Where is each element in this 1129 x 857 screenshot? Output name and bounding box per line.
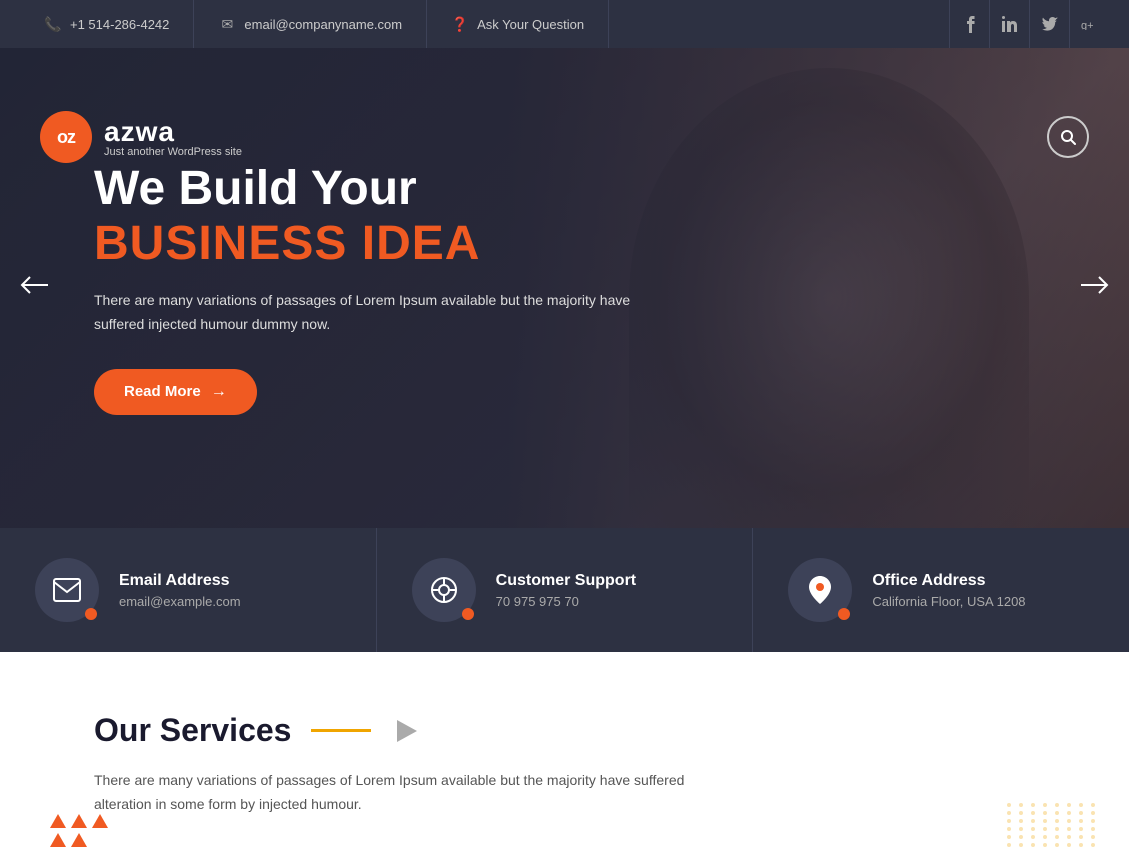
support-card-text: Customer Support 70 975 975 70 — [496, 572, 636, 609]
email-contact[interactable]: ✉ email@companyname.com — [194, 0, 427, 48]
support-card-icon-wrap — [412, 558, 476, 622]
logo-tagline: Just another WordPress site — [104, 146, 242, 158]
logo-name: azwa — [104, 116, 242, 148]
facebook-icon[interactable] — [949, 0, 989, 48]
hero-description: There are many variations of passages of… — [94, 289, 644, 337]
phone-icon: 📞 — [44, 15, 62, 33]
address-card-text: Office Address California Floor, USA 120… — [872, 572, 1025, 609]
phone-number: +1 514-286-4242 — [70, 17, 169, 32]
triangle-decoration — [50, 814, 108, 847]
support-card-sub: 70 975 975 70 — [496, 594, 636, 609]
hero-content: We Build Your BUSINESS IDEA There are ma… — [94, 161, 644, 415]
services-section: Our Services There are many variations o… — [0, 652, 1129, 857]
email-card: Email Address email@example.com — [0, 528, 377, 652]
address-card-dot — [838, 608, 850, 620]
address-card-icon-wrap — [788, 558, 852, 622]
services-description: There are many variations of passages of… — [94, 769, 694, 817]
arrow-right-icon: → — [211, 383, 227, 401]
social-links: g+ — [949, 0, 1109, 48]
support-card-title: Customer Support — [496, 572, 636, 590]
support-card: Customer Support 70 975 975 70 — [377, 528, 754, 652]
question-icon: ❓ — [451, 15, 469, 33]
email-card-icon-wrap — [35, 558, 99, 622]
services-title-decoration — [311, 729, 371, 732]
ask-question[interactable]: ❓ Ask Your Question — [427, 0, 609, 48]
slider-prev-button[interactable] — [10, 264, 60, 312]
services-title: Our Services — [94, 712, 291, 749]
search-button[interactable] — [1047, 116, 1089, 158]
email-card-sub: email@example.com — [119, 594, 241, 609]
logo-area: oz azwa Just another WordPress site — [40, 111, 242, 163]
hero-section: oz azwa Just another WordPress site — [0, 48, 1129, 528]
twitter-icon[interactable] — [1029, 0, 1069, 48]
read-more-button[interactable]: Read More → — [94, 369, 257, 415]
email-address: email@companyname.com — [244, 17, 402, 32]
email-card-title: Email Address — [119, 572, 241, 590]
site-header: oz azwa Just another WordPress site — [0, 96, 1129, 178]
top-bar-left: 📞 +1 514-286-4242 ✉ email@companyname.co… — [20, 0, 609, 48]
ask-label: Ask Your Question — [477, 17, 584, 32]
email-icon: ✉ — [218, 15, 236, 33]
email-card-text: Email Address email@example.com — [119, 572, 241, 609]
phone-contact[interactable]: 📞 +1 514-286-4242 — [20, 0, 194, 48]
services-header: Our Services — [94, 712, 1035, 749]
address-card: Office Address California Floor, USA 120… — [753, 528, 1129, 652]
slider-next-button[interactable] — [1069, 264, 1119, 312]
support-card-dot — [462, 608, 474, 620]
info-cards: Email Address email@example.com Customer… — [0, 528, 1129, 652]
address-card-sub: California Floor, USA 1208 — [872, 594, 1025, 609]
email-card-dot — [85, 608, 97, 620]
logo-icon: oz — [40, 111, 92, 163]
googleplus-icon[interactable]: g+ — [1069, 0, 1109, 48]
dots-decoration: document.write(Array(48).fill('<div styl… — [1007, 803, 1099, 847]
hero-title-orange: BUSINESS IDEA — [94, 216, 644, 271]
linkedin-icon[interactable] — [989, 0, 1029, 48]
logo-text-area: azwa Just another WordPress site — [104, 116, 242, 158]
play-icon — [391, 715, 423, 747]
address-card-title: Office Address — [872, 572, 1025, 590]
top-bar: 📞 +1 514-286-4242 ✉ email@companyname.co… — [0, 0, 1129, 48]
svg-text:g+: g+ — [1081, 20, 1094, 30]
services-content: Our Services There are many variations o… — [0, 652, 1129, 857]
